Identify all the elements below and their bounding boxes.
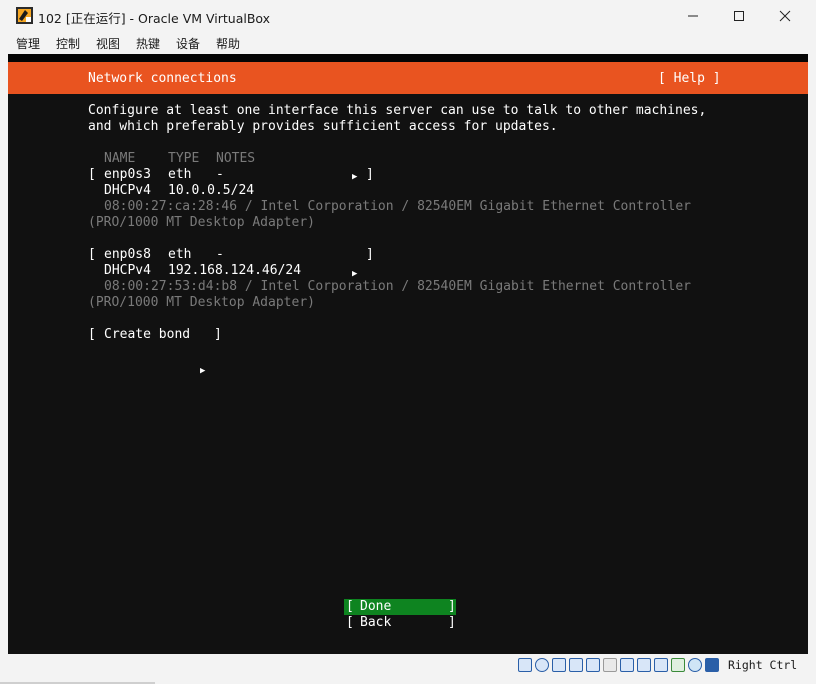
interface-name: enp0s8 [104, 247, 151, 262]
bracket-open: [ [346, 615, 354, 630]
keyboard-icon[interactable] [705, 658, 719, 672]
bracket-close: ] [214, 327, 222, 342]
window-border-right [808, 54, 816, 684]
bracket-close: ] [448, 615, 456, 630]
column-header-type: TYPE [168, 151, 200, 166]
expand-arrow-icon: ▶ [352, 172, 358, 182]
interface-type: eth [168, 247, 192, 262]
virtualization-icon[interactable] [671, 658, 685, 672]
statusbar-icons [518, 656, 719, 674]
display-icon[interactable] [620, 658, 634, 672]
network-icon[interactable] [569, 658, 583, 672]
expand-arrow-icon: ▶ [200, 366, 206, 376]
host-key-label: Right Ctrl [728, 658, 798, 672]
intro-text-line2: and which preferably provides sufficient… [88, 119, 558, 134]
close-icon [779, 10, 791, 22]
minimize-icon [688, 15, 698, 17]
recording-icon[interactable] [654, 658, 668, 672]
interface-hardware-info: 08:00:27:53:d4:b8 / Intel Corporation / … [104, 279, 691, 294]
bracket-close: ] [448, 599, 456, 614]
intro-text-line1: Configure at least one interface this se… [88, 103, 707, 118]
interface-name: enp0s3 [104, 167, 151, 182]
optical-disk-icon[interactable] [535, 658, 549, 672]
mouse-integration-icon[interactable] [688, 658, 702, 672]
bracket-open: [ [88, 327, 96, 342]
bracket-open: [ [88, 247, 96, 262]
virtualbox-app-icon [16, 7, 33, 24]
interface-hardware-info-cont: (PRO/1000 MT Desktop Adapter) [88, 295, 315, 310]
menu-item-manage[interactable]: 管理 [16, 35, 40, 52]
interface-method: DHCPv4 [104, 263, 151, 278]
bracket-close: ] [366, 167, 374, 182]
video-capture-icon[interactable] [637, 658, 651, 672]
interface-hardware-info: 08:00:27:ca:28:46 / Intel Corporation / … [104, 199, 691, 214]
maximize-icon [734, 11, 744, 21]
bracket-close: ] [366, 247, 374, 262]
installer-title: Network connections [88, 71, 237, 86]
bracket-open: [ [346, 599, 354, 614]
menu-item-control[interactable]: 控制 [56, 35, 80, 52]
interface-address: 10.0.0.5/24 [168, 183, 255, 198]
menu-item-help[interactable]: 帮助 [216, 35, 240, 52]
back-button-label: Back [360, 615, 392, 630]
minimize-button[interactable] [670, 0, 716, 32]
create-bond-label: Create bond [104, 327, 191, 342]
audio-icon[interactable] [552, 658, 566, 672]
interface-notes: - [216, 167, 224, 182]
vm-screen-top-edge [8, 54, 808, 62]
column-header-name: NAME [104, 151, 136, 166]
maximize-button[interactable] [716, 0, 762, 32]
menubar: 管理 控制 视图 热键 设备 帮助 [0, 32, 816, 54]
interface-type: eth [168, 167, 192, 182]
bracket-open: [ [88, 167, 96, 182]
interface-address: 192.168.124.46/24 [168, 263, 302, 278]
menu-item-hotkeys[interactable]: 热键 [136, 35, 160, 52]
menu-item-devices[interactable]: 设备 [176, 35, 200, 52]
help-button[interactable]: [ Help ] [658, 71, 721, 87]
close-button[interactable] [762, 0, 808, 32]
vm-screen[interactable]: Network connections [ Help ] Configure a… [8, 62, 808, 654]
window-border-left [0, 54, 8, 684]
done-button[interactable]: [ Done ] [344, 599, 456, 615]
window-title: 102 [正在运行] - Oracle VM VirtualBox [38, 11, 271, 26]
expand-arrow-icon: ▶ [352, 269, 358, 279]
shared-folder-icon[interactable] [603, 658, 617, 672]
menu-item-view[interactable]: 视图 [96, 35, 120, 52]
done-button-label: Done [360, 599, 392, 614]
interface-hardware-info-cont: (PRO/1000 MT Desktop Adapter) [88, 215, 315, 230]
hard-disk-icon[interactable] [518, 658, 532, 672]
interface-notes: - [216, 247, 224, 262]
usb-icon[interactable] [586, 658, 600, 672]
interface-method: DHCPv4 [104, 183, 151, 198]
back-button[interactable]: [ Back ] [344, 615, 456, 631]
column-header-notes: NOTES [216, 151, 256, 166]
window-titlebar: 102 [正在运行] - Oracle VM VirtualBox [0, 0, 816, 32]
